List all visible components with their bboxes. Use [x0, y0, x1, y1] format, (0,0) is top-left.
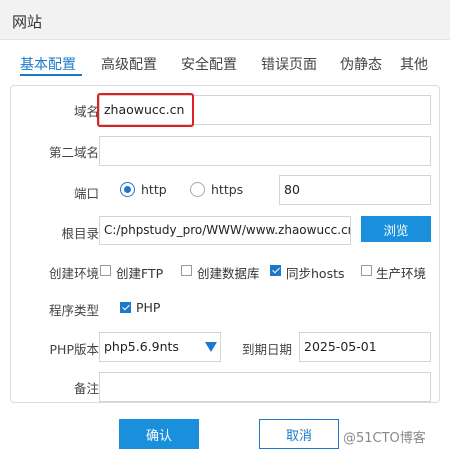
basic-config-panel: 域名 zhaowucc.cn 第二域名 端口 http https 80 根目录…	[10, 85, 440, 403]
chevron-down-icon[interactable]	[205, 342, 217, 352]
active-tab-indicator	[20, 74, 82, 76]
php-version-select[interactable]: php5.6.9nts	[99, 332, 221, 362]
tab-advanced-config[interactable]: 高级配置	[101, 54, 157, 74]
php-version-label: PHP版本	[49, 342, 99, 357]
https-radio[interactable]	[190, 182, 205, 197]
tab-other[interactable]: 其他	[400, 54, 428, 74]
root-dir-input[interactable]: C:/phpstudy_pro/WWW/www.zhaowucc.cn	[99, 216, 351, 245]
php-checkbox[interactable]	[120, 302, 131, 313]
production-env-checkbox[interactable]	[361, 265, 372, 276]
settings-tabs: 基本配置 高级配置 安全配置 错误页面 伪静态 其他	[0, 40, 450, 82]
php-option-label: PHP	[136, 300, 161, 315]
note-label: 备注	[73, 381, 99, 396]
tab-rewrite[interactable]: 伪静态	[340, 54, 382, 74]
tab-basic-config[interactable]: 基本配置	[20, 54, 76, 74]
second-domain-input[interactable]	[99, 136, 431, 166]
site-settings-window: 基本配置 高级配置 安全配置 错误页面 伪静态 其他 域名 zhaowucc.c…	[0, 40, 450, 454]
create-ftp-label: 创建FTP	[116, 266, 164, 281]
https-radio-label: https	[211, 182, 244, 197]
create-env-label: 创建环境	[48, 266, 99, 281]
create-database-checkbox[interactable]	[181, 265, 192, 276]
port-label: 端口	[73, 186, 99, 201]
create-database-label: 创建数据库	[197, 266, 260, 281]
expire-date-input[interactable]: 2025-05-01	[299, 332, 431, 362]
domain-highlight-box	[97, 93, 194, 127]
watermark: @51CTO博客	[343, 431, 426, 446]
http-radio-label: http	[141, 182, 167, 197]
tab-security-config[interactable]: 安全配置	[181, 54, 237, 74]
domain-label: 域名	[73, 104, 99, 119]
cancel-button[interactable]: 取消	[259, 419, 339, 449]
http-radio[interactable]	[120, 182, 135, 197]
browse-button[interactable]: 浏览	[361, 216, 431, 242]
tab-error-pages[interactable]: 错误页面	[261, 54, 317, 74]
confirm-button[interactable]: 确认	[119, 419, 199, 449]
program-type-label: 程序类型	[48, 303, 99, 318]
note-input[interactable]	[99, 372, 431, 402]
root-dir-label: 根目录	[61, 226, 99, 241]
expire-date-label: 到期日期	[242, 342, 293, 357]
port-input[interactable]: 80	[279, 175, 431, 205]
window-title: 网站	[12, 13, 43, 31]
window-titlebar: 网站	[0, 0, 450, 40]
production-env-label: 生产环境	[376, 266, 427, 281]
second-domain-label: 第二域名	[48, 145, 99, 160]
sync-hosts-label: 同步hosts	[286, 266, 345, 281]
create-ftp-checkbox[interactable]	[100, 265, 111, 276]
sync-hosts-checkbox[interactable]	[270, 265, 281, 276]
